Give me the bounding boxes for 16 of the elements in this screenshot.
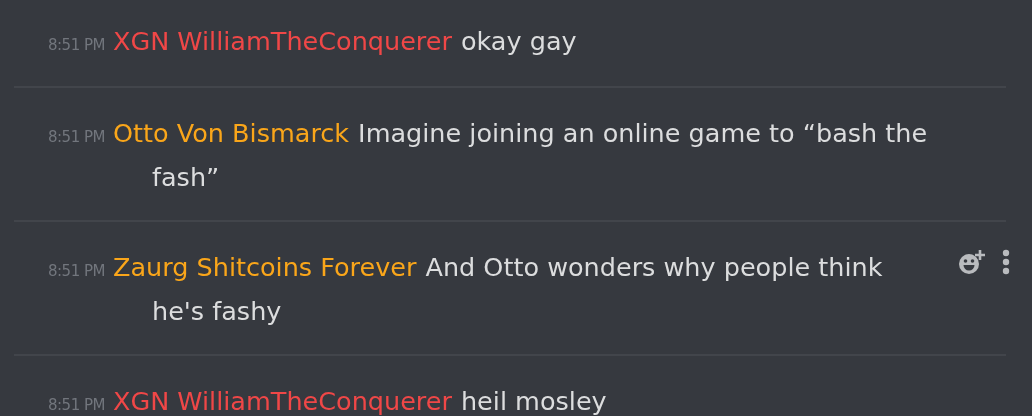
username[interactable]: XGN WilliamTheConquerer [112,26,452,56]
message-text: okay gay [460,26,577,56]
message-text: fash” [152,162,220,192]
username[interactable]: XGN WilliamTheConquerer [112,386,452,416]
more-options-icon[interactable] [1002,249,1010,275]
message-text: heil mosley [460,386,607,416]
timestamp: 8:51 PM [48,36,105,54]
add-reaction-icon[interactable] [958,248,988,276]
timestamp: 8:51 PM [48,396,105,414]
username[interactable]: Otto Von Bismarck [112,118,350,148]
timestamp: 8:51 PM [48,128,105,146]
message-text: Imagine joining an online game to “bash the [358,118,928,148]
timestamp: 8:51 PM [48,262,105,280]
username[interactable]: Zaurg Shitcoins Forever [112,252,417,282]
message-text: And Otto wonders why people think [425,252,883,282]
message-text: he's fashy [152,296,282,326]
